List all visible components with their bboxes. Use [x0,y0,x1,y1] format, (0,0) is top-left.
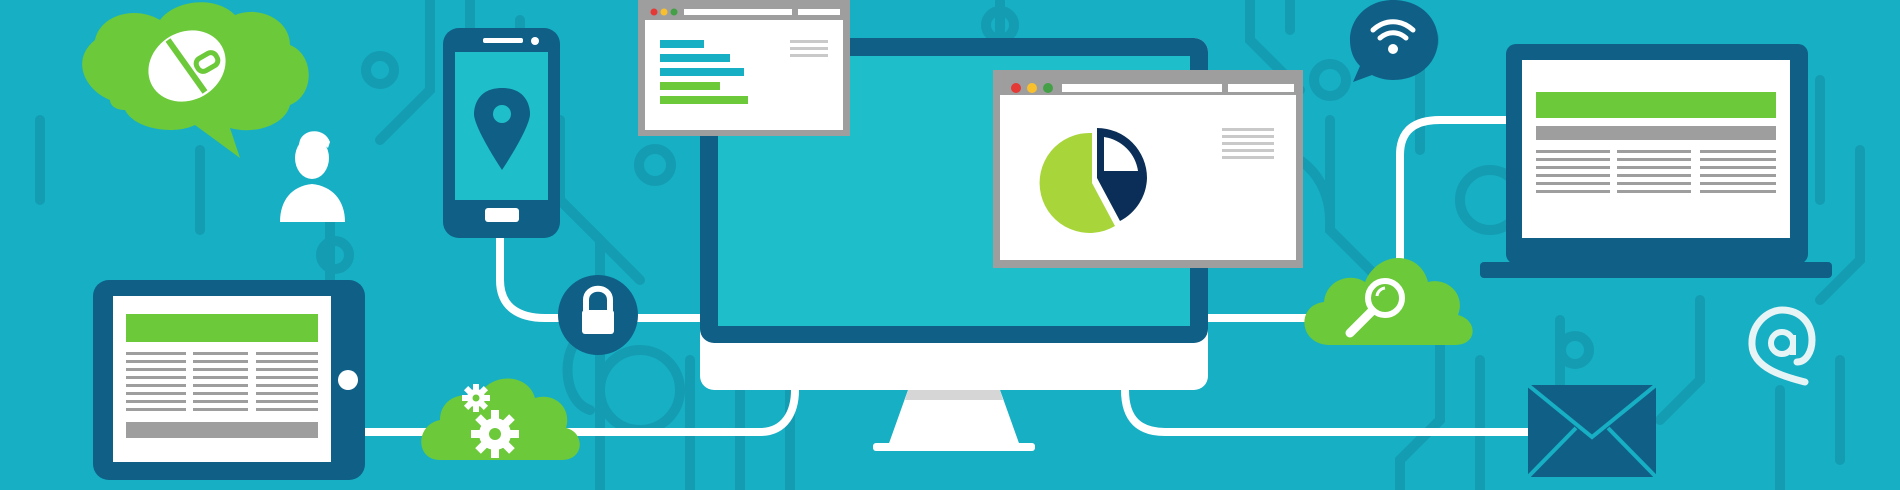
gear-small-icon [462,384,490,412]
window-maximize-dot [1043,83,1053,93]
gear-large-icon [471,410,519,458]
smartphone-icon [443,28,560,238]
lock-icon [558,275,638,355]
pie-chart-window [993,70,1303,268]
window-close-dot [650,8,658,16]
window-maximize-dot [670,8,678,16]
window-minimize-dot [660,8,668,16]
laptop-device [1480,44,1832,278]
envelope-icon [1526,383,1658,479]
illustration-canvas [0,0,1900,490]
bar-chart-window [638,0,850,136]
network-illustration [0,0,1900,490]
window-minimize-dot [1027,83,1037,93]
window-close-dot [1011,83,1021,93]
tablet-device [93,280,365,480]
